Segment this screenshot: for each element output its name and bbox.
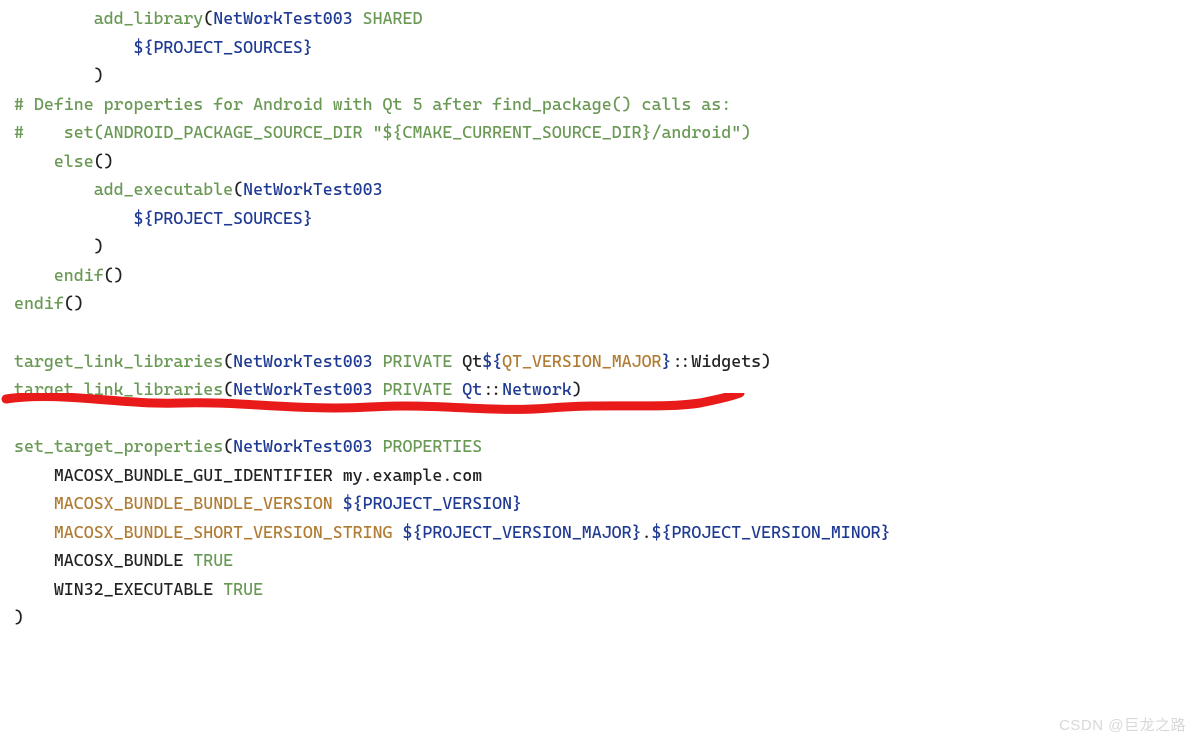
token-fn: add_executable [94, 179, 233, 199]
token-kw: TRUE [223, 579, 263, 599]
code-line: endif() [14, 293, 84, 313]
token-prop: MACOSX_BUNDLE_BUNDLE_VERSION [54, 493, 333, 513]
token-plain: ) [94, 65, 104, 85]
code-line: MACOSX_BUNDLE_BUNDLE_VERSION ${PROJECT_V… [14, 493, 522, 513]
token-plain [373, 379, 383, 399]
token-brace: } [303, 37, 313, 57]
code-line: MACOSX_BUNDLE_GUI_IDENTIFIER my.example.… [14, 465, 482, 485]
token-plain: ( [203, 8, 213, 28]
token-prop: MACOSX_BUNDLE_SHORT_VERSION_STRING [54, 522, 393, 542]
token-brace: } [303, 208, 313, 228]
token-brace: ${ [482, 351, 502, 371]
token-brace: ${ [402, 522, 422, 542]
token-id: NetWorkTest003 [233, 436, 372, 456]
token-plain: () [104, 265, 124, 285]
token-brace: } [632, 522, 642, 542]
token-fn: else [54, 151, 94, 171]
token-kw: TRUE [193, 550, 233, 570]
token-qtvar: QT_VERSION_MAJOR [502, 351, 661, 371]
token-plain: WIN32_EXECUTABLE [54, 579, 223, 599]
token-var: PROJECT_VERSION_MAJOR [422, 522, 631, 542]
token-plain: ) [572, 379, 582, 399]
code-line: else() [14, 151, 114, 171]
token-fn: set_target_properties [14, 436, 223, 456]
token-id: Network [502, 379, 572, 399]
token-fn: target_link_libraries [14, 379, 223, 399]
token-brace: ${ [134, 208, 154, 228]
token-id: NetWorkTest003 [243, 179, 382, 199]
code-line: target_link_libraries(NetWorkTest003 PRI… [14, 351, 771, 371]
token-plain: ) [14, 607, 24, 627]
code-line: add_library(NetWorkTest003 SHARED [14, 8, 422, 28]
token-kw: PRIVATE [383, 379, 453, 399]
token-fn: endif [54, 265, 104, 285]
token-plain: :: [482, 379, 502, 399]
code-line: MACOSX_BUNDLE_SHORT_VERSION_STRING ${PRO… [14, 522, 891, 542]
token-kw: SHARED [363, 8, 423, 28]
token-brace: ${ [134, 37, 154, 57]
token-plain: MACOSX_BUNDLE [54, 550, 193, 570]
token-plain [452, 379, 462, 399]
token-plain: () [94, 151, 114, 171]
token-plain: MACOSX_BUNDLE_GUI_IDENTIFIER my.example.… [54, 465, 482, 485]
token-brace: } [512, 493, 522, 513]
token-comment: # Define properties for Android with Qt … [14, 94, 731, 114]
code-line: ) [14, 65, 104, 85]
token-plain: ( [223, 379, 233, 399]
token-brace: ${ [343, 493, 363, 513]
token-var: PROJECT_VERSION [363, 493, 512, 513]
token-id: NetWorkTest003 [213, 8, 352, 28]
token-var: PROJECT_SOURCES [153, 37, 302, 57]
token-plain: Qt [452, 351, 482, 371]
token-brace: } [881, 522, 891, 542]
token-var: PROJECT_SOURCES [153, 208, 302, 228]
token-plain: () [64, 293, 84, 313]
code-block: add_library(NetWorkTest003 SHARED ${PROJ… [14, 4, 1196, 632]
token-kw: PRIVATE [383, 351, 453, 371]
token-plain [373, 351, 383, 371]
code-line: WIN32_EXECUTABLE TRUE [14, 579, 263, 599]
token-fn: target_link_libraries [14, 351, 223, 371]
token-fn: endif [14, 293, 64, 313]
code-line: # Define properties for Android with Qt … [14, 94, 731, 114]
code-line: target_link_libraries(NetWorkTest003 PRI… [14, 379, 582, 399]
token-id: NetWorkTest003 [233, 379, 372, 399]
watermark-text: CSDN @巨龙之路 [1059, 713, 1186, 738]
token-brace: ${ [652, 522, 672, 542]
token-brace: } [662, 351, 672, 371]
code-line: add_executable(NetWorkTest003 [14, 179, 383, 199]
code-line: ) [14, 607, 24, 627]
token-plain [393, 522, 403, 542]
token-comment: # set(ANDROID_PACKAGE_SOURCE_DIR "${CMAK… [14, 122, 751, 142]
token-var: PROJECT_VERSION_MINOR [671, 522, 880, 542]
token-plain: ( [233, 179, 243, 199]
token-plain: ( [223, 351, 233, 371]
token-plain: . [642, 522, 652, 542]
code-line: # set(ANDROID_PACKAGE_SOURCE_DIR "${CMAK… [14, 122, 751, 142]
code-line: set_target_properties(NetWorkTest003 PRO… [14, 436, 482, 456]
token-fn: add_library [94, 8, 204, 28]
token-id: Qt [462, 379, 482, 399]
code-line: ${PROJECT_SOURCES} [14, 208, 313, 228]
token-plain: ::Widgets) [671, 351, 771, 371]
token-plain [373, 436, 383, 456]
token-kw: PROPERTIES [383, 436, 483, 456]
code-line: ) [14, 236, 104, 256]
token-plain: ) [94, 236, 104, 256]
code-line: endif() [14, 265, 124, 285]
code-line: ${PROJECT_SOURCES} [14, 37, 313, 57]
code-line: MACOSX_BUNDLE TRUE [14, 550, 233, 570]
token-plain: ( [223, 436, 233, 456]
token-id: NetWorkTest003 [233, 351, 372, 371]
token-plain [353, 8, 363, 28]
token-plain [333, 493, 343, 513]
